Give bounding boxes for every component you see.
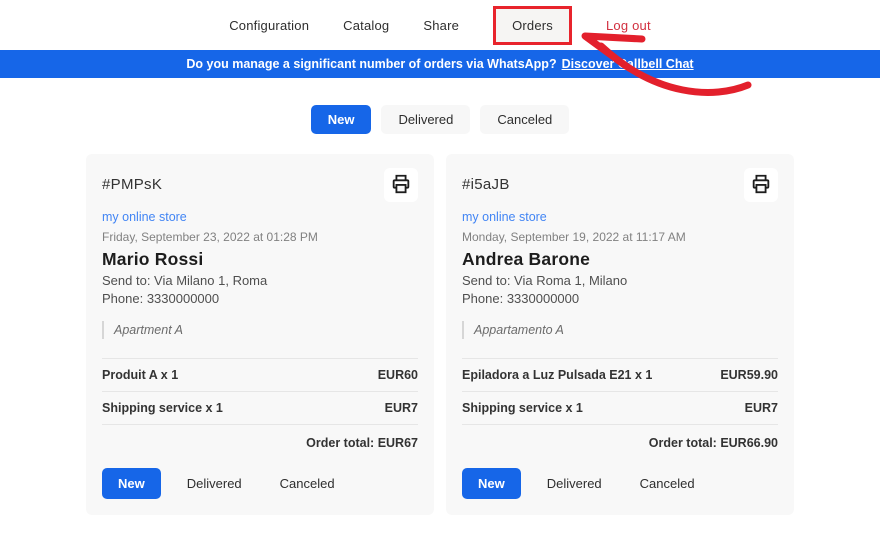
order-note: Appartamento A: [462, 321, 778, 339]
order-total: Order total: EUR66.90: [462, 425, 778, 456]
item-price: EUR7: [745, 401, 778, 415]
item-name: Shipping service x 1: [462, 401, 583, 415]
order-status-filters: New Delivered Canceled: [0, 105, 880, 134]
item-price: EUR59.90: [720, 368, 778, 382]
annotation-highlight-box: Orders: [493, 6, 572, 45]
order-status-actions: New Delivered Canceled: [462, 468, 778, 499]
order-item-row: Produit A x 1 EUR60: [102, 359, 418, 392]
item-name: Epiladora a Luz Pulsada E21 x 1: [462, 368, 652, 382]
order-total: Order total: EUR67: [102, 425, 418, 456]
status-delivered-button[interactable]: Delivered: [535, 468, 614, 499]
order-date: Friday, September 23, 2022 at 01:28 PM: [102, 230, 418, 244]
customer-name: Mario Rossi: [102, 249, 418, 270]
print-icon: [390, 173, 412, 198]
send-to-address: Send to: Via Milano 1, Roma: [102, 273, 418, 288]
order-items: Produit A x 1 EUR60 Shipping service x 1…: [102, 358, 418, 425]
store-link[interactable]: my online store: [102, 210, 187, 224]
print-button[interactable]: [744, 168, 778, 202]
phone-number: Phone: 3330000000: [462, 291, 778, 306]
status-delivered-button[interactable]: Delivered: [175, 468, 254, 499]
item-name: Shipping service x 1: [102, 401, 223, 415]
order-card: #PMPsK my online store Friday, September…: [86, 154, 434, 515]
store-link[interactable]: my online store: [462, 210, 547, 224]
orders-list: #PMPsK my online store Friday, September…: [86, 154, 794, 515]
top-navigation: Configuration Catalog Share Orders Log o…: [0, 0, 880, 50]
whatsapp-promo-banner: Do you manage a significant number of or…: [0, 50, 880, 78]
order-item-row: Epiladora a Luz Pulsada E21 x 1 EUR59.90: [462, 359, 778, 392]
order-id: #PMPsK: [102, 168, 162, 193]
filter-canceled-button[interactable]: Canceled: [480, 105, 569, 134]
status-canceled-button[interactable]: Canceled: [628, 468, 707, 499]
banner-text: Do you manage a significant number of or…: [186, 57, 556, 71]
item-name: Produit A x 1: [102, 368, 178, 382]
item-price: EUR7: [385, 401, 418, 415]
order-id: #i5aJB: [462, 168, 510, 193]
status-canceled-button[interactable]: Canceled: [268, 468, 347, 499]
phone-number: Phone: 3330000000: [102, 291, 418, 306]
order-item-row: Shipping service x 1 EUR7: [102, 392, 418, 425]
banner-link[interactable]: Discover Callbell Chat: [562, 57, 694, 71]
nav-item-catalog[interactable]: Catalog: [343, 18, 389, 33]
print-icon: [750, 173, 772, 198]
order-note: Apartment A: [102, 321, 418, 339]
item-price: EUR60: [378, 368, 418, 382]
send-to-address: Send to: Via Roma 1, Milano: [462, 273, 778, 288]
nav-item-orders[interactable]: Orders: [512, 18, 553, 33]
order-card: #i5aJB my online store Monday, September…: [446, 154, 794, 515]
filter-delivered-button[interactable]: Delivered: [381, 105, 470, 134]
filter-new-button[interactable]: New: [311, 105, 372, 134]
nav-item-logout[interactable]: Log out: [606, 18, 651, 33]
order-status-actions: New Delivered Canceled: [102, 468, 418, 499]
order-item-row: Shipping service x 1 EUR7: [462, 392, 778, 425]
order-date: Monday, September 19, 2022 at 11:17 AM: [462, 230, 778, 244]
status-new-button[interactable]: New: [102, 468, 161, 499]
status-new-button[interactable]: New: [462, 468, 521, 499]
order-items: Epiladora a Luz Pulsada E21 x 1 EUR59.90…: [462, 358, 778, 425]
customer-name: Andrea Barone: [462, 249, 778, 270]
nav-item-configuration[interactable]: Configuration: [229, 18, 309, 33]
nav-item-share[interactable]: Share: [423, 18, 459, 33]
print-button[interactable]: [384, 168, 418, 202]
